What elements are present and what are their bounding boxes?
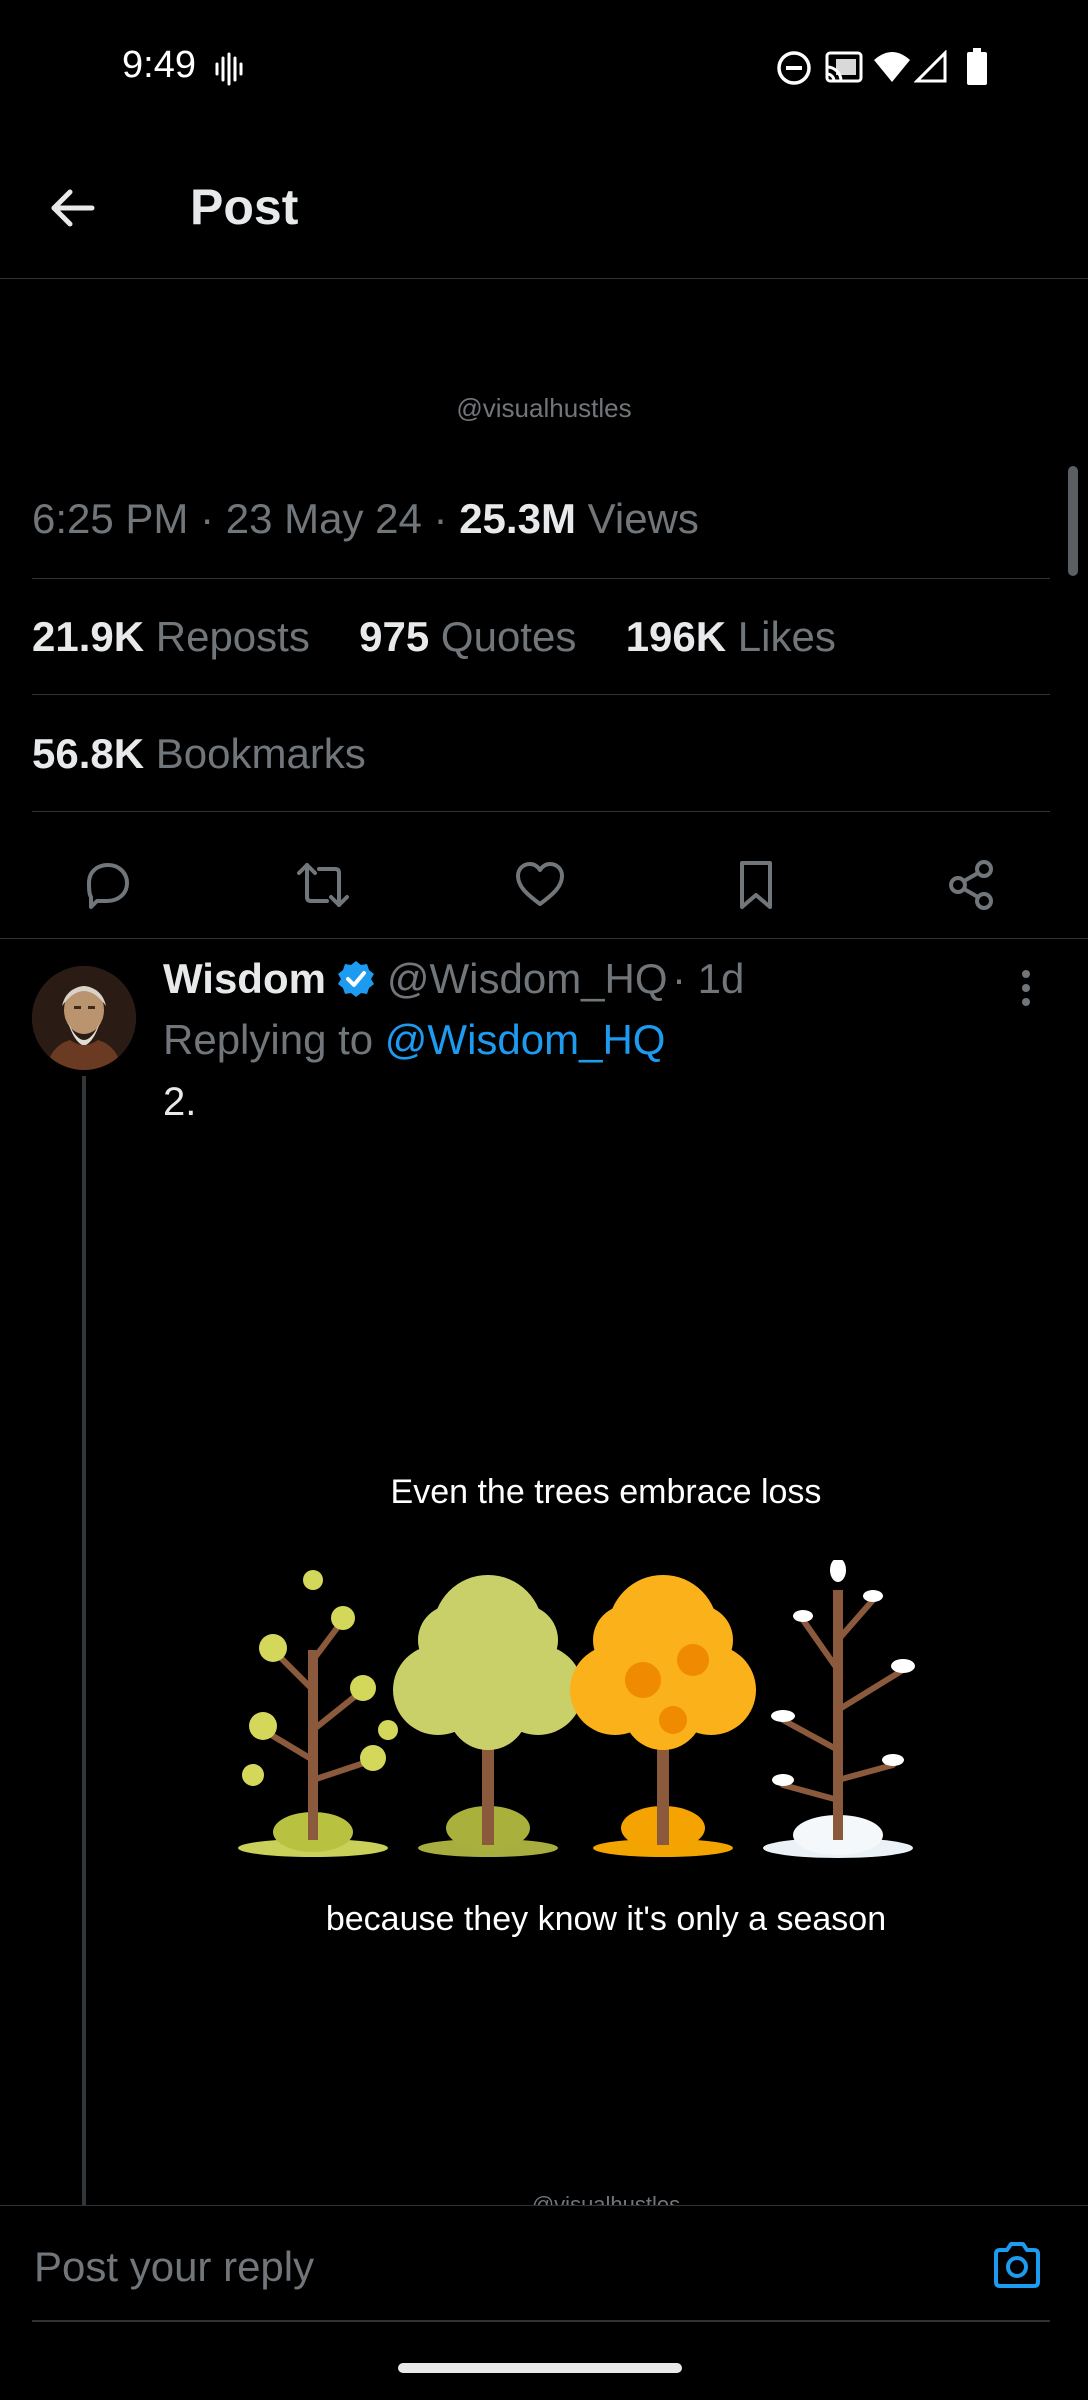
- divider: [32, 578, 1050, 579]
- bookmarks-count: 56.8K: [32, 730, 145, 777]
- media-caption-bottom: because they know it's only a season: [325, 1900, 887, 1938]
- reply-button[interactable]: [57, 835, 157, 935]
- winter-tree: [763, 1560, 915, 1858]
- reposts-count: 21.9K: [32, 613, 145, 660]
- status-bar: 9:49: [0, 0, 1088, 130]
- media-caption-top: Even the trees embrace loss: [390, 1473, 822, 1511]
- reply-composer: [0, 2205, 1088, 2324]
- more-options-icon[interactable]: [1014, 968, 1038, 1008]
- like-icon: [516, 862, 564, 906]
- verified-badge-icon: [338, 961, 375, 997]
- media-watermark: @visualhustles: [531, 2192, 681, 2205]
- views-count: 25.3M: [459, 495, 576, 542]
- tweet-media-image[interactable]: Even the trees embrace loss because they…: [163, 1160, 1049, 2205]
- vibrate-icon: [215, 52, 243, 86]
- reposts-stat[interactable]: 21.9K Reposts: [32, 613, 310, 660]
- repost-icon: [297, 863, 349, 907]
- bookmarks-stat[interactable]: 56.8K Bookmarks: [32, 730, 366, 778]
- status-time: 9:49: [122, 44, 196, 86]
- post-date: 23 May 24: [225, 495, 422, 542]
- quotes-count: 975: [359, 613, 430, 660]
- likes-label: Likes: [737, 613, 836, 660]
- divider: [0, 938, 1088, 939]
- quotes-label: Quotes: [440, 613, 577, 660]
- bookmarks-label: Bookmarks: [155, 730, 366, 777]
- post-meta: 6:25 PM · 23 May 24 · 25.3M Views: [32, 495, 699, 542]
- repost-button[interactable]: [273, 835, 373, 935]
- arrow-left-icon[interactable]: [46, 182, 98, 234]
- divider: [32, 694, 1050, 695]
- post-action-bar: [0, 835, 1088, 935]
- likes-count: 196K: [625, 613, 727, 660]
- battery-icon: [967, 48, 987, 85]
- top-app-bar: Post: [0, 140, 1088, 279]
- engagement-stats: 21.9K Reposts 975 Quotes 196K Likes: [32, 613, 836, 661]
- reply-author-line: Wisdom @Wisdom_HQ · 1d: [163, 955, 745, 1002]
- reply-input[interactable]: [32, 2236, 936, 2298]
- reply-icon: [87, 863, 129, 909]
- likes-stat[interactable]: 196K Likes: [626, 613, 836, 660]
- replying-prefix: Replying to: [163, 1016, 374, 1063]
- replying-to-link[interactable]: @Wisdom_HQ: [385, 1016, 666, 1063]
- camera-icon[interactable]: [990, 2240, 1044, 2290]
- replying-to-line: Replying to @Wisdom_HQ: [163, 1016, 665, 1064]
- tweet-text: 2.: [163, 1080, 197, 1124]
- summer-tree: [393, 1575, 583, 1857]
- image-watermark: @visualhustles: [456, 393, 632, 423]
- cellular-signal-icon: [914, 50, 947, 83]
- autumn-tree: [570, 1575, 756, 1857]
- wifi-icon: [874, 52, 910, 82]
- four-seasons-trees-illustration: [238, 1560, 915, 1858]
- post-time: 6:25 PM: [32, 495, 189, 542]
- bookmark-icon: [740, 861, 772, 909]
- like-button[interactable]: [490, 835, 590, 935]
- author-handle[interactable]: @Wisdom_HQ: [387, 955, 668, 1002]
- reposts-label: Reposts: [155, 613, 310, 660]
- spring-tree: [238, 1570, 398, 1857]
- quotes-stat[interactable]: 975 Quotes: [359, 613, 576, 660]
- thread-line: [82, 1076, 86, 2206]
- philosopher-portrait: [32, 966, 136, 1070]
- home-indicator[interactable]: [398, 2363, 682, 2373]
- divider: [32, 811, 1050, 812]
- post-age: 1d: [697, 955, 745, 1002]
- cast-icon: [825, 51, 863, 83]
- bookmark-button[interactable]: [706, 835, 806, 935]
- views-label: Views: [587, 495, 699, 542]
- do-not-disturb-icon: [777, 51, 811, 85]
- share-icon: [949, 860, 993, 910]
- author-name[interactable]: Wisdom: [163, 955, 326, 1002]
- share-button[interactable]: [922, 835, 1022, 935]
- page-title: Post: [190, 179, 299, 235]
- reply-input-underline: [32, 2320, 1050, 2322]
- scrollbar[interactable]: [1068, 466, 1078, 576]
- avatar[interactable]: [32, 966, 136, 1070]
